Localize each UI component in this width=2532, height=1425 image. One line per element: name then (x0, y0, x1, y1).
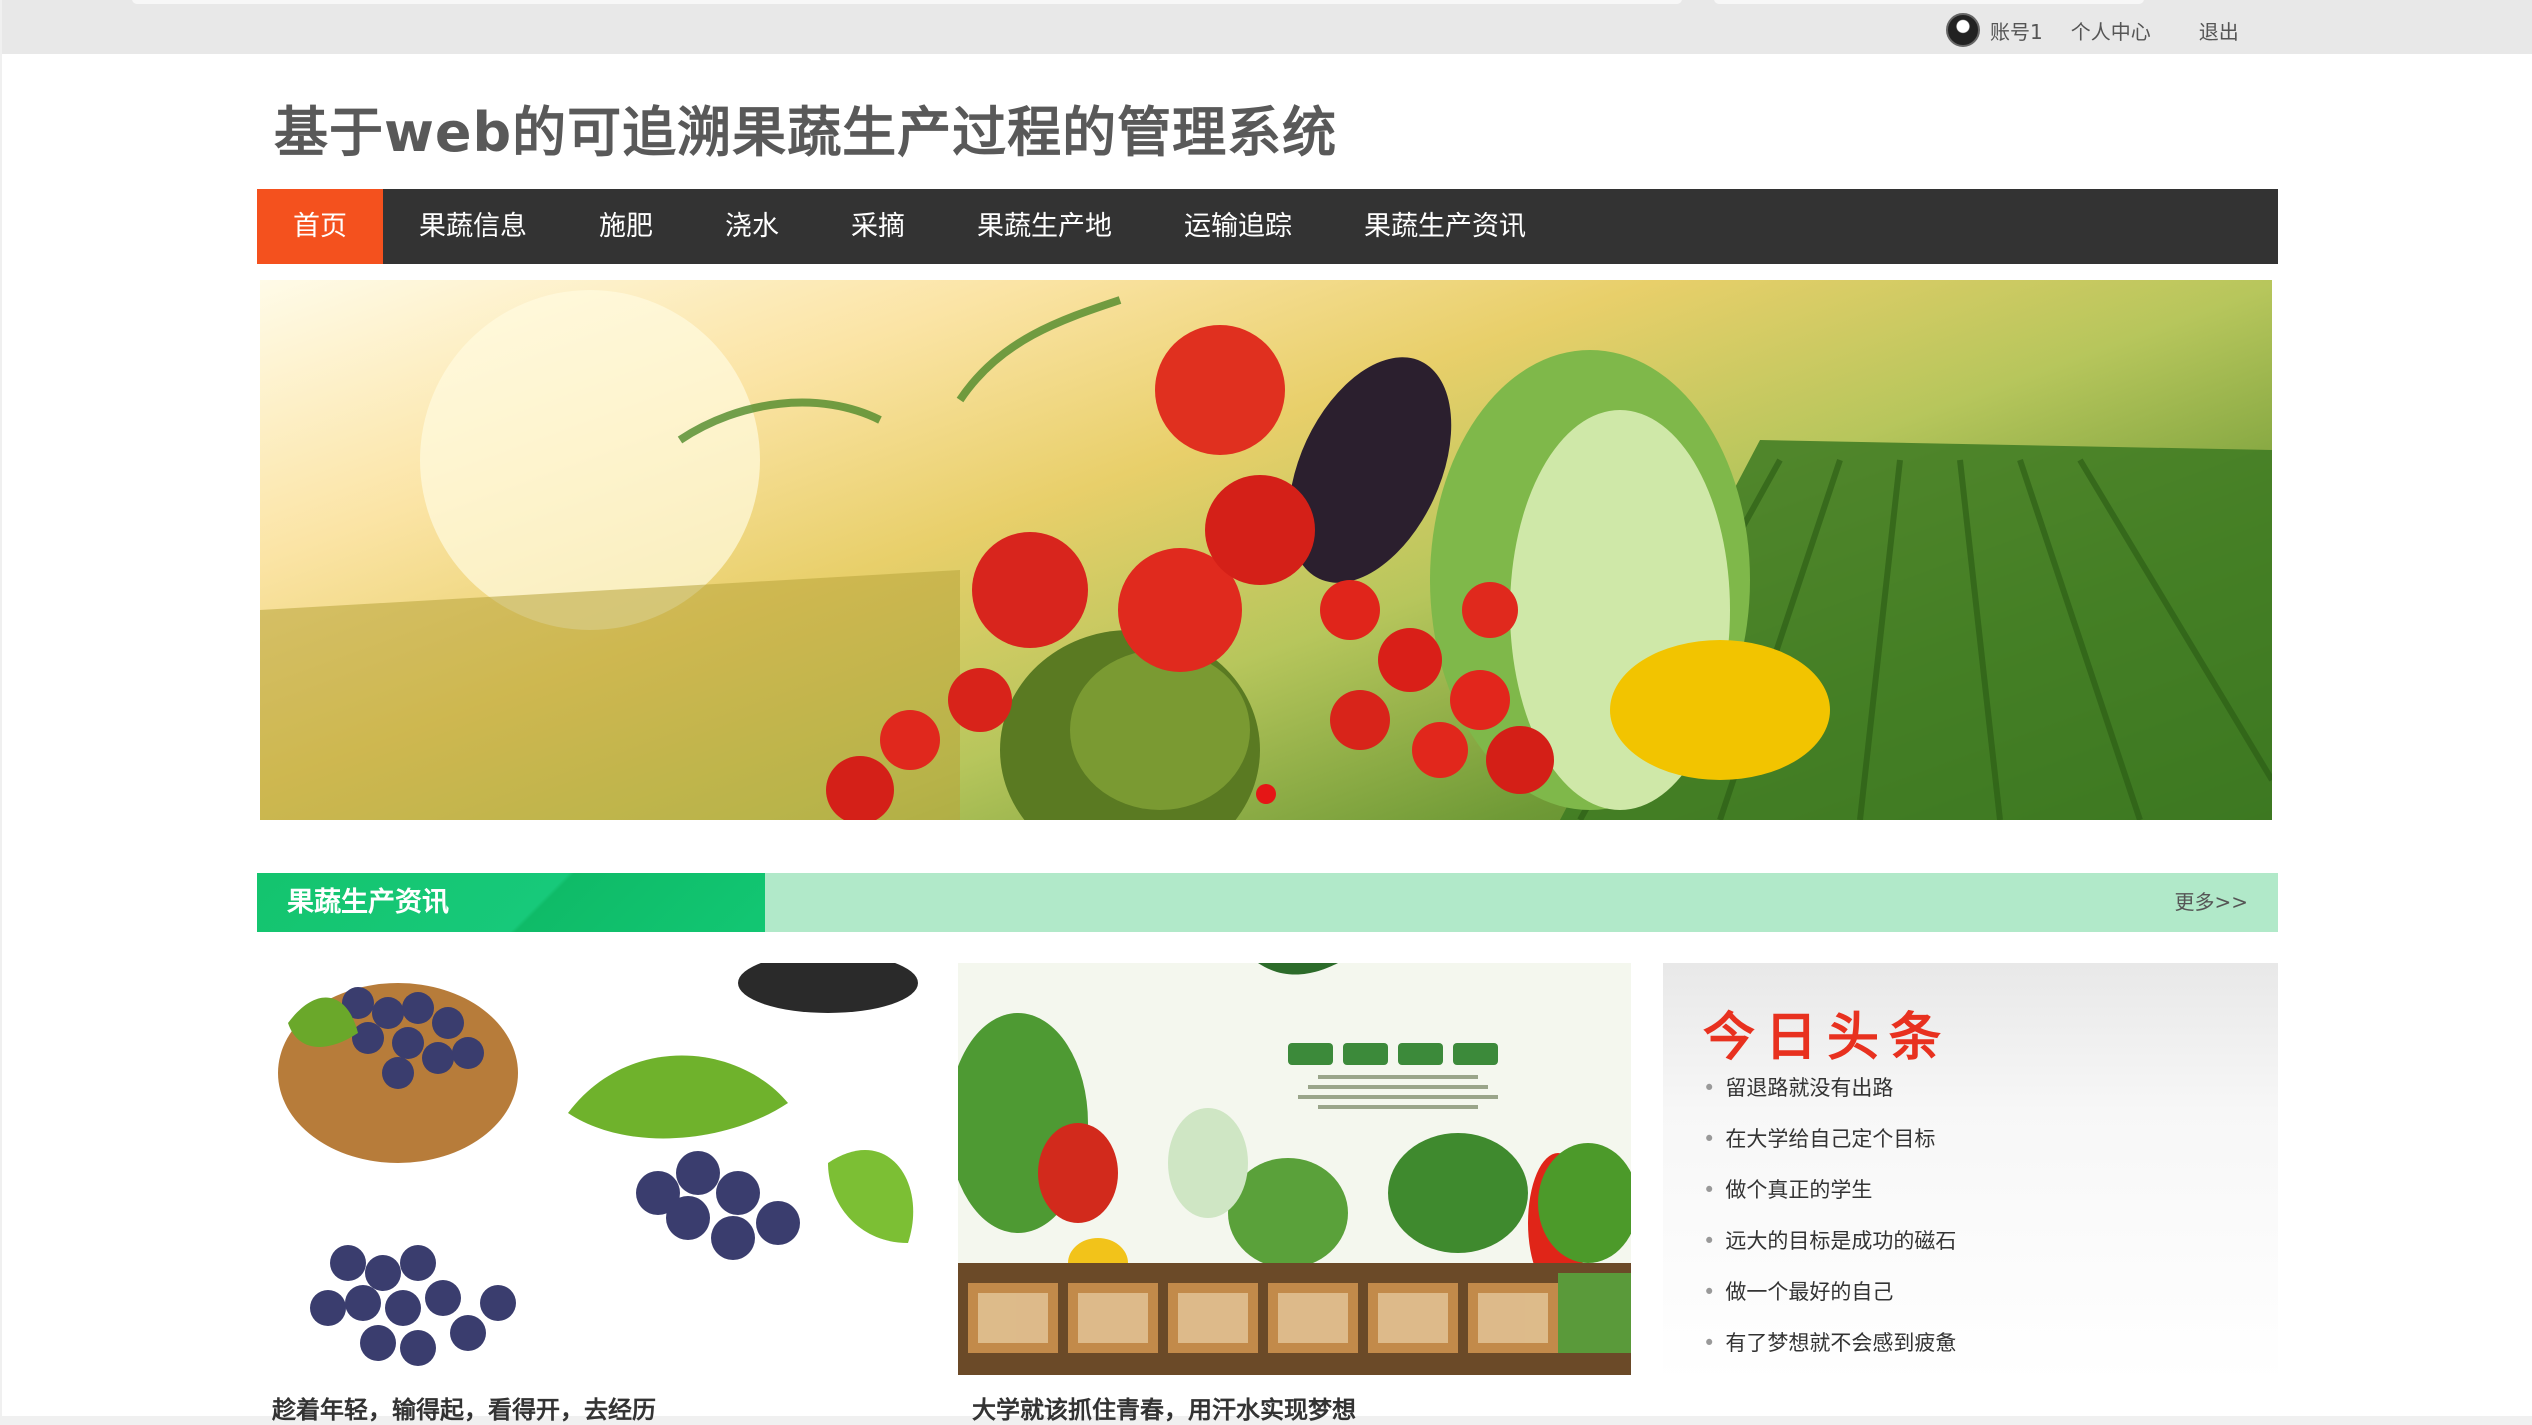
headline-item[interactable]: 在大学给自己定个目标 (1703, 1124, 1956, 1175)
top-bar: 账号1 个人中心 退出 (2, 0, 2532, 54)
news-section-header: 果蔬生产资讯 更多>> (257, 873, 2278, 932)
banner-image[interactable] (260, 280, 2272, 820)
nav-item-news[interactable]: 果蔬生产资讯 (1328, 189, 1562, 264)
browser-ghost-bar (1714, 0, 2144, 4)
headline-item[interactable]: 留退路就没有出路 (1703, 1073, 1956, 1124)
headline-item[interactable]: 有了梦想就不会感到疲惫 (1703, 1328, 1956, 1379)
main-nav: 首页 果蔬信息 施肥 浇水 采摘 果蔬生产地 运输追踪 果蔬生产资讯 (257, 189, 2278, 264)
news-card-caption[interactable]: 大学就该抓住青春，用汗水实现梦想 (972, 1390, 1356, 1425)
headline-item[interactable]: 做个真正的学生 (1703, 1175, 1956, 1226)
news-section-title: 果蔬生产资讯 (257, 873, 765, 932)
logout-link[interactable]: 退出 (2199, 16, 2239, 45)
vegetables-illustration (958, 963, 1631, 1375)
nav-item-harvest[interactable]: 采摘 (815, 189, 941, 264)
news-card-caption[interactable]: 趁着年轻，输得起，看得开，去经历 (272, 1390, 656, 1425)
nav-item-transport[interactable]: 运输追踪 (1148, 189, 1328, 264)
carousel-dot[interactable] (1256, 784, 1276, 804)
news-card-image-vegetables[interactable] (958, 963, 1631, 1375)
nav-item-fertilize[interactable]: 施肥 (563, 189, 689, 264)
avatar[interactable] (1946, 13, 1980, 47)
nav-item-home[interactable]: 首页 (257, 189, 383, 264)
headline-item[interactable]: 远大的目标是成功的磁石 (1703, 1226, 1956, 1277)
headlines-title: 今日头条 (1703, 1007, 1952, 1068)
page-frame: 账号1 个人中心 退出 基于web的可追溯果蔬生产过程的管理系统 首页 果蔬信息… (2, 0, 2532, 1424)
nav-item-origin[interactable]: 果蔬生产地 (941, 189, 1148, 264)
headline-item[interactable]: 做一个最好的自己 (1703, 1277, 1956, 1328)
headlines-list: 留退路就没有出路 在大学给自己定个目标 做个真正的学生 远大的目标是成功的磁石 … (1703, 1073, 1956, 1379)
site-title: 基于web的可追溯果蔬生产过程的管理系统 (274, 101, 1338, 164)
nav-item-water[interactable]: 浇水 (689, 189, 815, 264)
profile-link[interactable]: 个人中心 (2071, 16, 2151, 45)
grapes-illustration (278, 963, 918, 1366)
more-link[interactable]: 更多>> (2174, 873, 2248, 932)
browser-ghost-bar (132, 0, 1682, 4)
user-box: 账号1 个人中心 退出 (1946, 12, 2267, 48)
nav-item-produce-info[interactable]: 果蔬信息 (383, 189, 563, 264)
account-name[interactable]: 账号1 (1990, 16, 2043, 45)
today-headlines-box: 今日头条 留退路就没有出路 在大学给自己定个目标 做个真正的学生 远大的目标是成… (1663, 963, 2278, 1383)
banner-illustration (260, 290, 2272, 820)
news-card-image-grapes[interactable] (268, 963, 941, 1375)
